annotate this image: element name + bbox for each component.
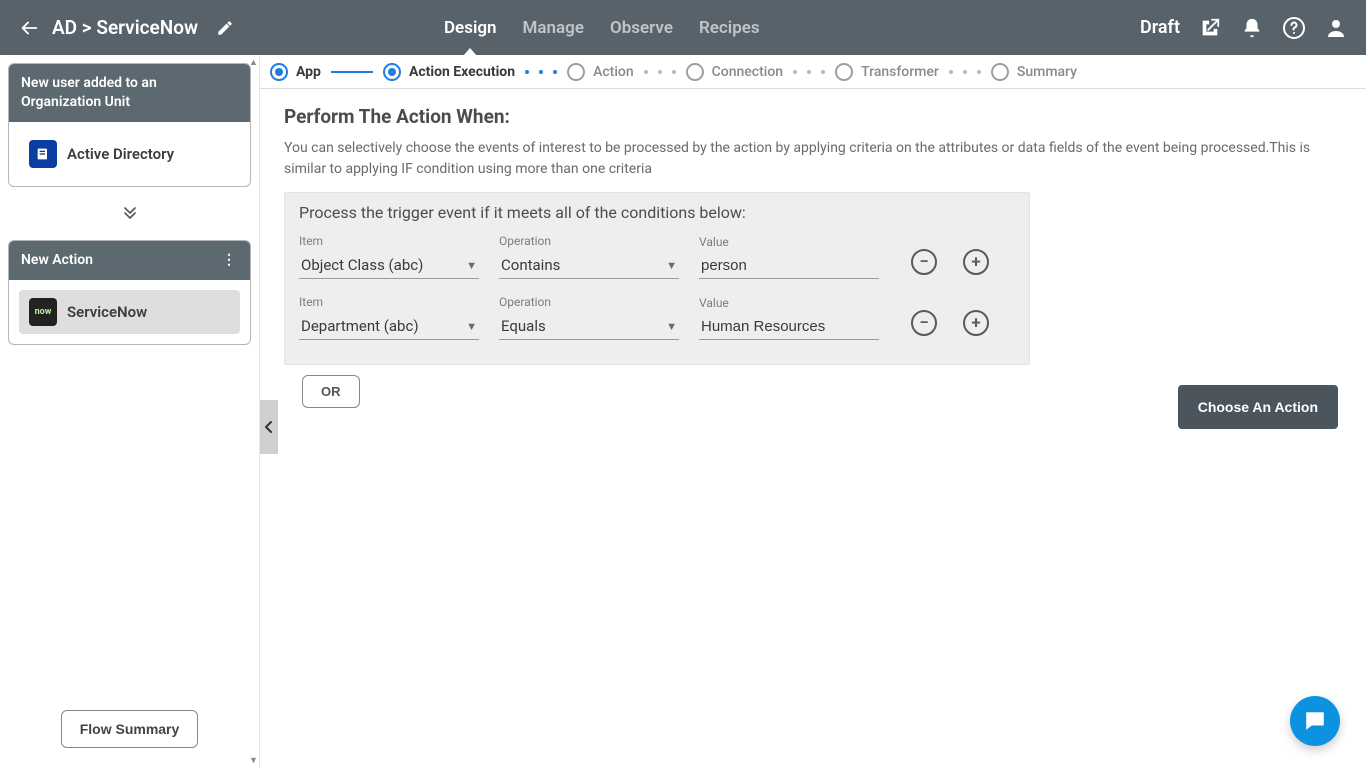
step-radio-icon (991, 63, 1009, 81)
step-summary[interactable]: Summary (991, 63, 1077, 81)
chevron-down-icon: ▼ (666, 259, 677, 272)
flow-arrow-icon (8, 205, 251, 226)
trigger-card-title: New user added to an Organization Unit (21, 74, 238, 112)
value-input[interactable] (699, 314, 879, 340)
bell-icon[interactable] (1240, 16, 1264, 40)
active-directory-icon (29, 140, 57, 168)
item-label: Item (299, 295, 479, 309)
chevron-down-icon: ▼ (466, 320, 477, 333)
value-label: Value (699, 296, 879, 310)
chat-fab[interactable] (1290, 696, 1340, 746)
scroll-down-icon[interactable]: ▼ (249, 755, 258, 766)
chevron-down-icon: ▼ (666, 320, 677, 333)
step-transformer[interactable]: Transformer (835, 63, 939, 81)
value-input[interactable] (699, 253, 879, 279)
tab-manage[interactable]: Manage (523, 0, 584, 55)
back-button[interactable] (18, 17, 40, 39)
edit-icon[interactable] (216, 19, 234, 37)
step-radio-icon (270, 63, 288, 81)
step-radio-icon (383, 63, 401, 81)
operation-select-value: Equals (501, 317, 546, 335)
step-radio-icon (686, 63, 704, 81)
tab-observe[interactable]: Observe (610, 0, 673, 55)
status-badge: Draft (1140, 17, 1180, 38)
sidebar-scrollbar[interactable]: ▲ ▼ (248, 55, 259, 768)
choose-action-button[interactable]: Choose An Action (1178, 385, 1338, 429)
step-dots (793, 70, 825, 74)
action-app-chip[interactable]: now ServiceNow (19, 290, 240, 334)
stepper: App Action Execution Action Connection T… (260, 55, 1366, 89)
trigger-app-label: Active Directory (67, 145, 174, 163)
operation-label: Operation (499, 295, 679, 309)
servicenow-icon: now (29, 298, 57, 326)
trigger-app-chip[interactable]: Active Directory (19, 132, 240, 176)
step-radio-icon (835, 63, 853, 81)
section-description: You can selectively choose the events of… (284, 138, 1342, 180)
tab-recipes[interactable]: Recipes (699, 0, 760, 55)
operation-select[interactable]: Contains ▼ (499, 252, 679, 279)
step-label: Transformer (861, 64, 939, 80)
user-icon[interactable] (1324, 16, 1348, 40)
step-action-execution[interactable]: Action Execution (383, 63, 515, 81)
help-icon[interactable] (1282, 16, 1306, 40)
item-select-value: Object Class (abc) (301, 256, 423, 274)
remove-condition-button[interactable]: − (911, 310, 937, 336)
scroll-up-icon[interactable]: ▲ (249, 57, 258, 68)
step-app[interactable]: App (270, 63, 321, 81)
step-radio-icon (567, 63, 585, 81)
tab-design[interactable]: Design (444, 0, 497, 55)
top-tabs: Design Manage Observe Recipes (444, 0, 760, 55)
chevron-down-icon: ▼ (466, 259, 477, 272)
sidebar: ▲ ▼ New user added to an Organization Un… (0, 55, 260, 768)
action-card-title: New Action (21, 251, 93, 270)
operation-select[interactable]: Equals ▼ (499, 313, 679, 340)
flow-summary-button[interactable]: Flow Summary (61, 710, 199, 748)
add-condition-button[interactable]: + (963, 310, 989, 336)
trigger-card[interactable]: New user added to an Organization Unit A… (8, 63, 251, 187)
operation-label: Operation (499, 234, 679, 248)
item-select[interactable]: Department (abc) ▼ (299, 313, 479, 340)
condition-row: Item Department (abc) ▼ Operation Equals… (299, 289, 1015, 350)
step-label: Action Execution (409, 64, 515, 80)
condition-group: Process the trigger event if it meets al… (284, 192, 1030, 365)
open-external-icon[interactable] (1198, 16, 1222, 40)
step-label: Connection (712, 64, 783, 80)
item-select-value: Department (abc) (301, 317, 419, 335)
step-dots (949, 70, 981, 74)
add-or-group-button[interactable]: OR (302, 375, 360, 408)
section-title: Perform The Action When: (284, 105, 1342, 128)
step-connection[interactable]: Connection (686, 63, 783, 81)
action-card-header: New Action ⋮ (9, 241, 250, 280)
main-panel: App Action Execution Action Connection T… (260, 55, 1366, 768)
step-connector (331, 71, 373, 73)
trigger-card-header: New user added to an Organization Unit (9, 64, 250, 122)
sidebar-collapse-handle[interactable] (260, 400, 278, 454)
add-condition-button[interactable]: + (963, 249, 989, 275)
breadcrumb: AD > ServiceNow (52, 16, 198, 39)
value-label: Value (699, 235, 879, 249)
step-label: Summary (1017, 64, 1077, 80)
operation-select-value: Contains (501, 256, 560, 274)
more-icon[interactable]: ⋮ (222, 251, 238, 270)
step-dots (644, 70, 676, 74)
condition-group-title: Process the trigger event if it meets al… (299, 203, 1015, 222)
step-label: App (296, 64, 321, 80)
action-app-label: ServiceNow (67, 303, 147, 321)
condition-row: Item Object Class (abc) ▼ Operation Cont… (299, 228, 1015, 289)
step-dots (525, 70, 557, 74)
item-label: Item (299, 234, 479, 248)
remove-condition-button[interactable]: − (911, 249, 937, 275)
action-card[interactable]: New Action ⋮ now ServiceNow (8, 240, 251, 345)
step-action[interactable]: Action (567, 63, 634, 81)
top-bar: AD > ServiceNow Design Manage Observe Re… (0, 0, 1366, 55)
step-label: Action (593, 64, 634, 80)
item-select[interactable]: Object Class (abc) ▼ (299, 252, 479, 279)
